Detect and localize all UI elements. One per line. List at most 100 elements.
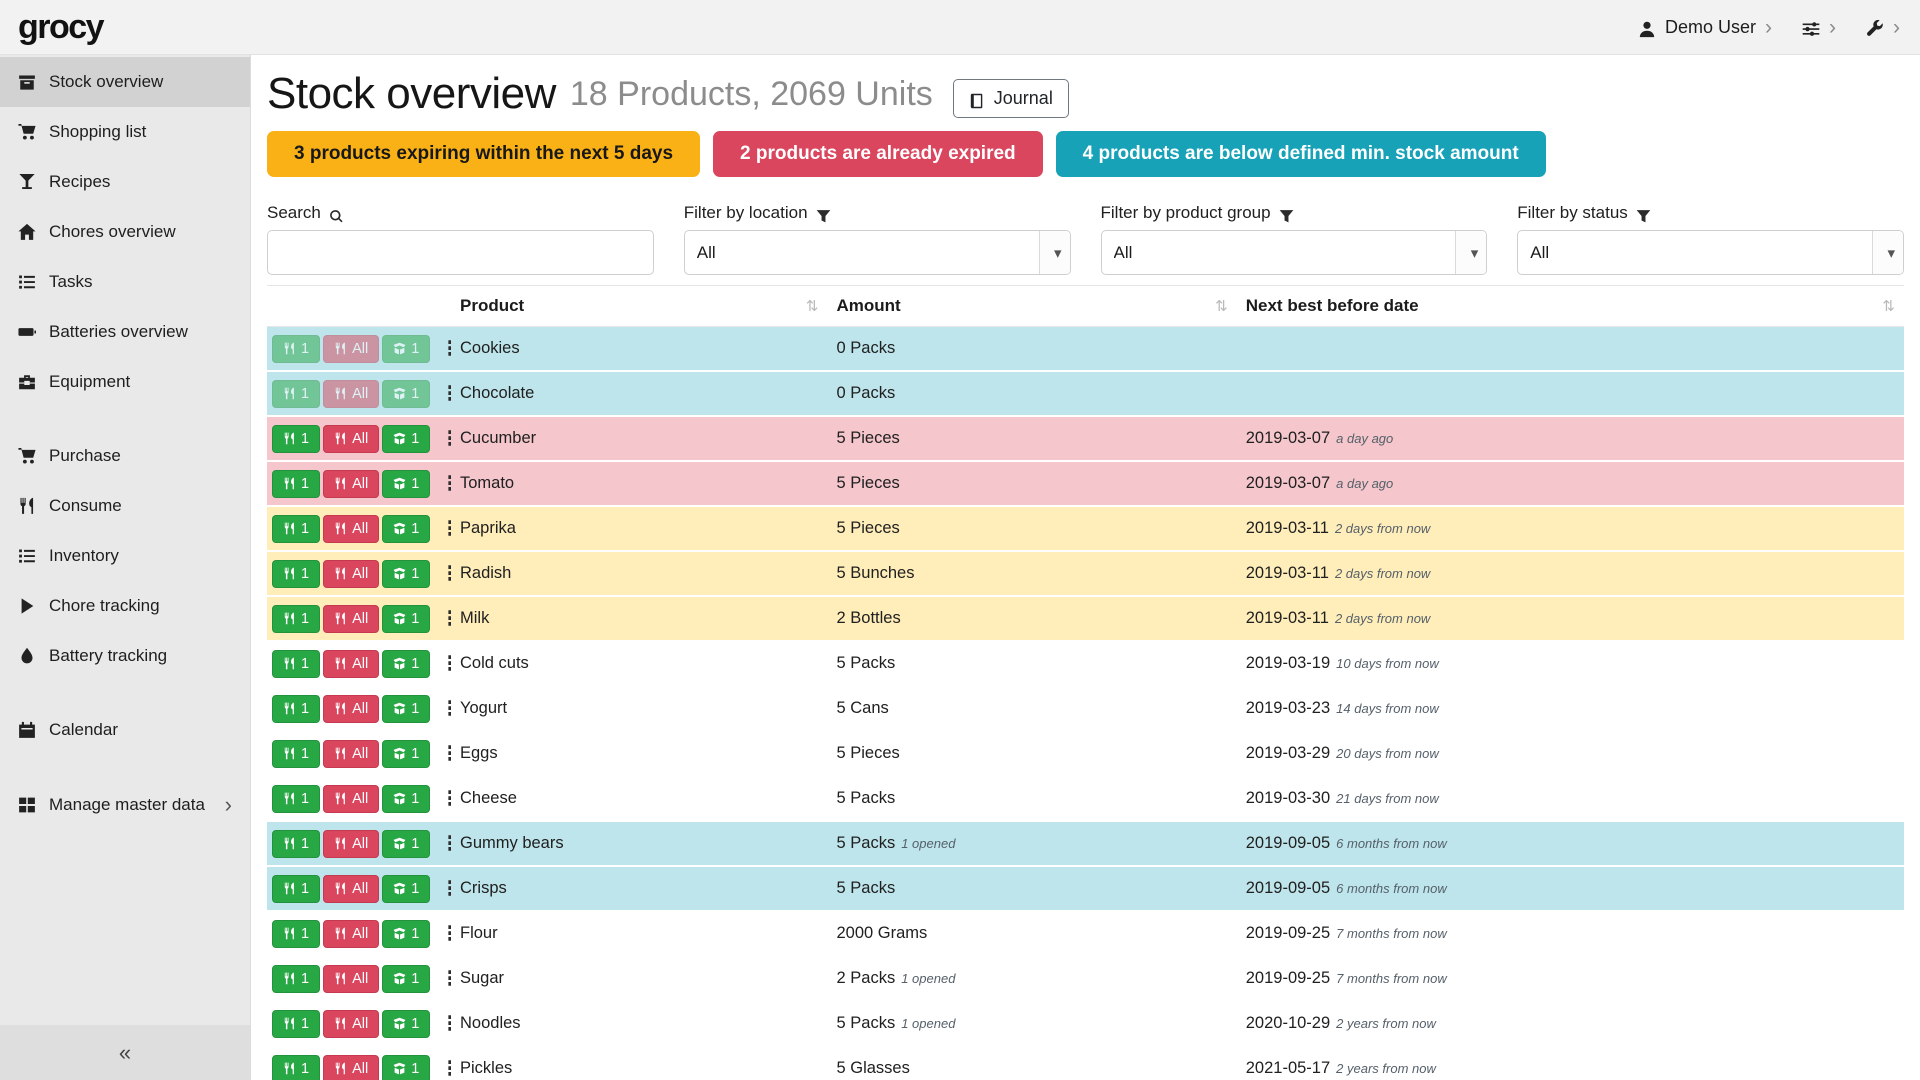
sidebar-item-battery-tracking[interactable]: Battery tracking [0,631,250,681]
consume-one-button[interactable]: 1 [272,515,320,543]
open-one-button[interactable]: 1 [382,965,430,993]
open-one-button[interactable]: 1 [382,650,430,678]
row-menu-button[interactable]: ⋮ [433,964,451,993]
consume-one-button[interactable]: 1 [272,470,320,498]
open-one-button[interactable]: 1 [382,1055,430,1080]
row-menu-button[interactable]: ⋮ [433,739,451,768]
row-menu-button[interactable]: ⋮ [433,559,451,588]
sidebar-item-equipment[interactable]: Equipment [0,357,250,407]
open-one-button[interactable]: 1 [382,785,430,813]
row-menu-button[interactable]: ⋮ [433,334,451,363]
consume-one-button[interactable]: 1 [272,1055,320,1080]
open-one-button[interactable]: 1 [382,425,430,453]
consume-one-button[interactable]: 1 [272,965,320,993]
open-one-button[interactable]: 1 [382,515,430,543]
row-menu-button[interactable]: ⋮ [433,604,451,633]
best-before-column-header[interactable]: Next best before date ⇅ [1237,285,1904,327]
consume-all-button[interactable]: All [323,830,379,858]
consume-all-button[interactable]: All [323,425,379,453]
consume-all-button[interactable]: All [323,380,379,408]
sidebar-item-chore-tracking[interactable]: Chore tracking [0,581,250,631]
consume-all-button[interactable]: All [323,1055,379,1080]
open-one-button[interactable]: 1 [382,335,430,363]
consume-one-button[interactable]: 1 [272,650,320,678]
location-select[interactable]: All [684,230,1071,275]
consume-all-button[interactable]: All [323,920,379,948]
consume-all-button[interactable]: All [323,470,379,498]
row-menu-button[interactable]: ⋮ [433,1009,451,1038]
row-menu-button[interactable]: ⋮ [433,514,451,543]
row-menu-button[interactable]: ⋮ [433,874,451,903]
open-one-button[interactable]: 1 [382,695,430,723]
consume-one-button[interactable]: 1 [272,920,320,948]
sidebar-item-manage-master-data[interactable]: Manage master data› [0,779,250,831]
consume-all-button[interactable]: All [323,1010,379,1038]
open-one-button[interactable]: 1 [382,380,430,408]
row-menu-button[interactable]: ⋮ [433,379,451,408]
sidebar-item-chores-overview[interactable]: Chores overview [0,207,250,257]
sidebar-item-consume[interactable]: Consume [0,481,250,531]
consume-one-button[interactable]: 1 [272,560,320,588]
status-select[interactable]: All [1517,230,1904,275]
consume-one-button[interactable]: 1 [272,740,320,768]
journal-button[interactable]: Journal [953,79,1069,118]
search-input[interactable] [267,230,654,275]
consume-all-button[interactable]: All [323,605,379,633]
row-menu-button[interactable]: ⋮ [433,424,451,453]
product-group-select[interactable]: All [1101,230,1488,275]
sidebar-collapse-button[interactable]: « [0,1025,250,1080]
open-one-button[interactable]: 1 [382,875,430,903]
consume-all-button[interactable]: All [323,875,379,903]
sidebar-item-recipes[interactable]: Recipes [0,157,250,207]
sidebar-item-tasks[interactable]: Tasks [0,257,250,307]
below-min-stock-banner[interactable]: 4 products are below defined min. stock … [1056,131,1546,177]
expired-banner[interactable]: 2 products are already expired [713,131,1043,177]
consume-all-button[interactable]: All [323,740,379,768]
consume-all-button[interactable]: All [323,785,379,813]
row-menu-button[interactable]: ⋮ [433,469,451,498]
row-menu-button[interactable]: ⋮ [433,829,451,858]
sidebar-item-batteries-overview[interactable]: Batteries overview [0,307,250,357]
row-menu-button[interactable]: ⋮ [433,1054,451,1080]
consume-one-button[interactable]: 1 [272,380,320,408]
consume-all-button[interactable]: All [323,515,379,543]
consume-all-button[interactable]: All [323,695,379,723]
row-menu-button[interactable]: ⋮ [433,784,451,813]
expiring-banner[interactable]: 3 products expiring within the next 5 da… [267,131,700,177]
consume-one-button[interactable]: 1 [272,830,320,858]
open-one-button[interactable]: 1 [382,605,430,633]
consume-one-button[interactable]: 1 [272,605,320,633]
consume-one-button[interactable]: 1 [272,425,320,453]
open-one-button[interactable]: 1 [382,560,430,588]
consume-one-button[interactable]: 1 [272,335,320,363]
sort-icon[interactable]: ⇅ [806,297,819,315]
amount-column-header[interactable]: Amount ⇅ [828,285,1237,327]
admin-menu[interactable]: › [1866,17,1900,38]
row-menu-button[interactable]: ⋮ [433,694,451,723]
product-column-header[interactable]: Product ⇅ [451,285,828,327]
open-one-button[interactable]: 1 [382,920,430,948]
consume-all-button[interactable]: All [323,560,379,588]
sidebar-item-stock-overview[interactable]: Stock overview [0,57,250,107]
sort-icon[interactable]: ⇅ [1215,297,1228,315]
consume-one-button[interactable]: 1 [272,875,320,903]
grocy-logo[interactable]: grocy [18,8,103,47]
consume-all-button[interactable]: All [323,650,379,678]
open-one-button[interactable]: 1 [382,740,430,768]
consume-all-button[interactable]: All [323,965,379,993]
sidebar-item-calendar[interactable]: Calendar [0,705,250,755]
open-one-button[interactable]: 1 [382,1010,430,1038]
open-one-button[interactable]: 1 [382,470,430,498]
sidebar-item-purchase[interactable]: Purchase [0,431,250,481]
sidebar-item-inventory[interactable]: Inventory [0,531,250,581]
sort-icon[interactable]: ⇅ [1882,297,1895,315]
row-menu-button[interactable]: ⋮ [433,919,451,948]
consume-one-button[interactable]: 1 [272,785,320,813]
sidebar-item-shopping-list[interactable]: Shopping list [0,107,250,157]
open-one-button[interactable]: 1 [382,830,430,858]
settings-menu[interactable]: › [1802,17,1836,38]
consume-one-button[interactable]: 1 [272,695,320,723]
row-menu-button[interactable]: ⋮ [433,649,451,678]
consume-all-button[interactable]: All [323,335,379,363]
consume-one-button[interactable]: 1 [272,1010,320,1038]
